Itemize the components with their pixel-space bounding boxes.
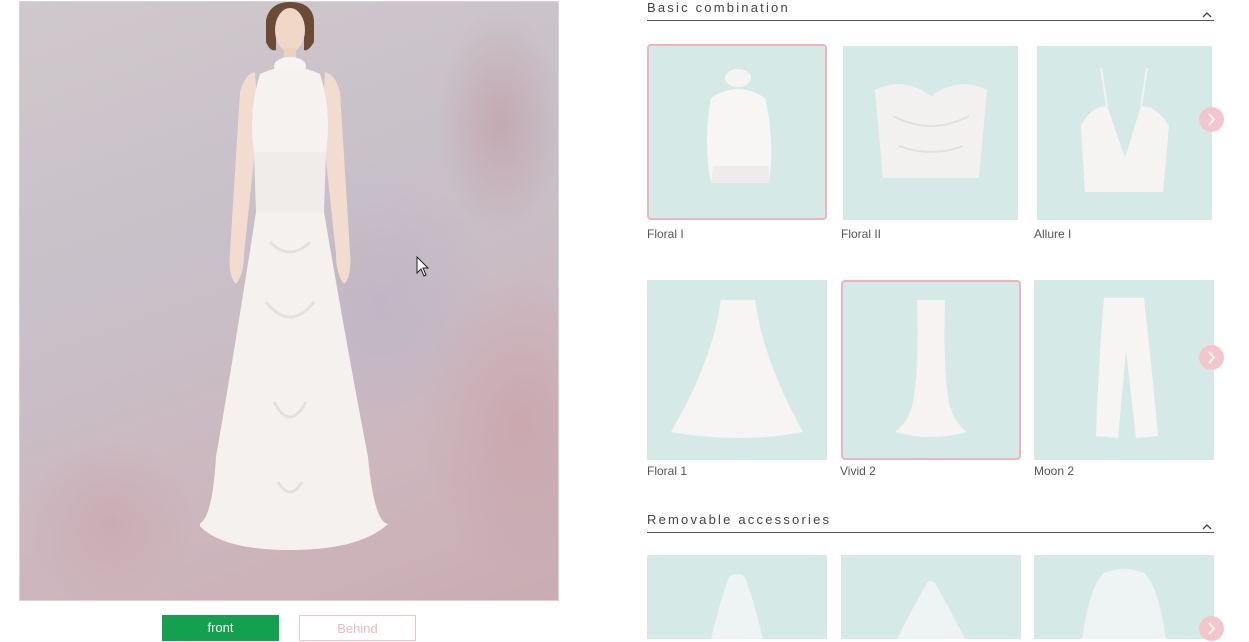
- top-thumbnail: [647, 44, 827, 220]
- top-option-card[interactable]: [843, 46, 1018, 220]
- top-thumbnail: [843, 46, 1018, 220]
- chevron-up-icon[interactable]: [1202, 523, 1212, 531]
- accessory-option-card[interactable]: [647, 555, 827, 639]
- section-title: Removable accessories: [647, 512, 832, 527]
- top-option-card[interactable]: [1037, 46, 1212, 220]
- next-tops-arrow[interactable]: [1199, 107, 1224, 132]
- accessory-option-card[interactable]: [841, 555, 1021, 639]
- accessory-thumbnail: [1034, 555, 1214, 639]
- chevron-right-icon: [1208, 113, 1216, 126]
- top-option-label: Floral II: [841, 227, 882, 241]
- top-option-label: Floral I: [647, 227, 684, 241]
- model-figure: [200, 2, 388, 550]
- mouse-cursor-icon: [416, 256, 430, 277]
- wide-pants-image: [1096, 298, 1158, 438]
- bustier-top-image: [875, 84, 987, 178]
- model-preview: [19, 1, 559, 601]
- skirt-option-label: Floral 1: [647, 464, 688, 478]
- halter-top-image: [707, 69, 772, 183]
- skirt-option-card[interactable]: [1034, 280, 1214, 460]
- skirt-option-card[interactable]: [841, 280, 1021, 460]
- tulle-skirt-image: [671, 300, 803, 438]
- skirt-thumbnail: [841, 280, 1021, 460]
- top-option-card[interactable]: [647, 44, 827, 220]
- section-basic-combination[interactable]: Basic combination: [647, 0, 1214, 21]
- chevron-right-icon: [1208, 351, 1216, 364]
- accessory-thumbnail: [647, 555, 827, 639]
- accessory-option-card[interactable]: [1034, 555, 1214, 639]
- skirt-thumbnail: [1034, 280, 1214, 460]
- skirt-option-label: Vivid 2: [840, 464, 876, 478]
- section-title: Basic combination: [647, 0, 790, 15]
- behind-view-button[interactable]: Behind: [299, 615, 416, 641]
- veil-image: [711, 574, 763, 639]
- next-skirts-arrow[interactable]: [1199, 345, 1224, 370]
- bolero-image: [1082, 569, 1166, 639]
- next-accessories-arrow[interactable]: [1199, 616, 1224, 641]
- cathedral-veil-image: [897, 581, 965, 639]
- front-view-button[interactable]: front: [162, 615, 279, 641]
- skirt-thumbnail: [647, 280, 827, 460]
- vneck-top-image: [1081, 67, 1169, 192]
- chevron-right-icon: [1208, 622, 1216, 635]
- mermaid-skirt-image: [895, 300, 967, 437]
- accessory-thumbnail: [841, 555, 1021, 639]
- section-removable-accessories[interactable]: Removable accessories: [647, 512, 1214, 533]
- top-thumbnail: [1037, 46, 1212, 220]
- skirt-option-card[interactable]: [647, 280, 827, 460]
- skirt-option-label: Moon 2: [1034, 464, 1075, 478]
- top-option-label: Allure I: [1034, 227, 1072, 241]
- chevron-up-icon[interactable]: [1202, 11, 1212, 19]
